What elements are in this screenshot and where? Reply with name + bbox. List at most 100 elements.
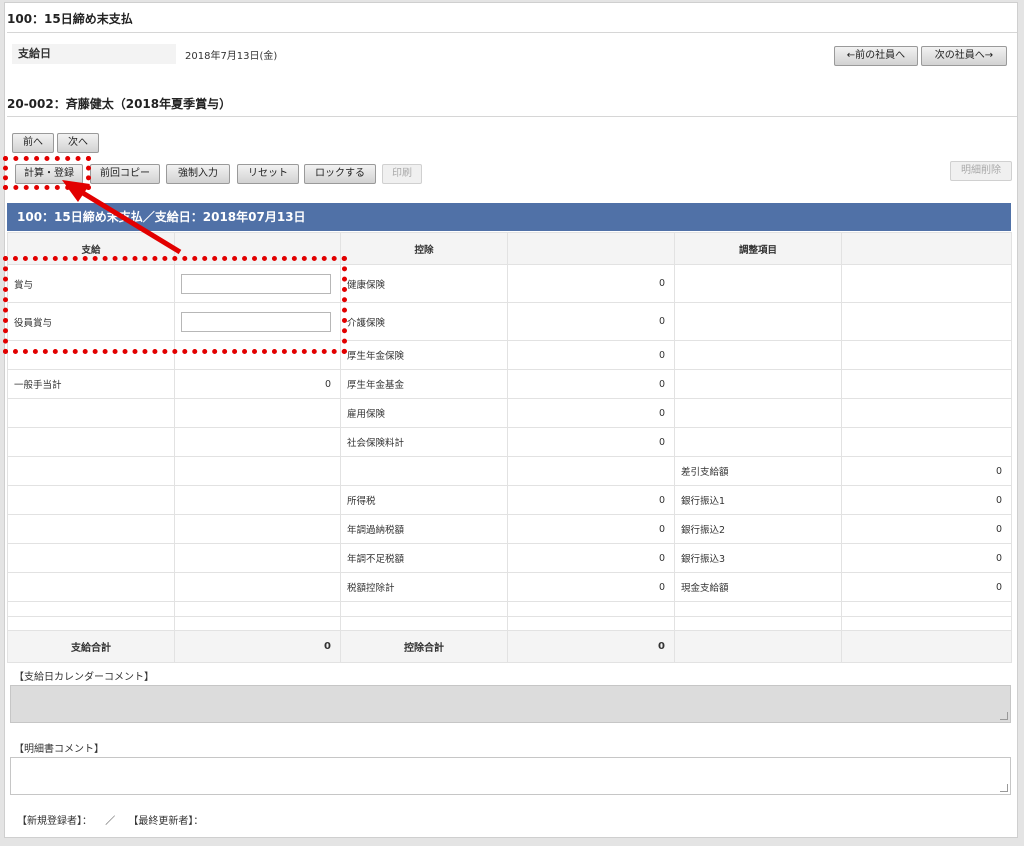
payment-value: 0 xyxy=(174,369,341,399)
highlight-box-bonus-inputs xyxy=(3,256,347,354)
deduction-value: 0 xyxy=(507,427,675,457)
calendar-comment-box xyxy=(10,685,1011,723)
reset-button[interactable]: リセット xyxy=(237,164,299,184)
payment-value xyxy=(174,398,341,428)
deduction-value: 0 xyxy=(507,485,675,515)
pay-date-label: 支給日 xyxy=(12,44,176,64)
deduction-label: 雇用保険 xyxy=(340,398,508,428)
statement-comment-textarea[interactable] xyxy=(10,757,1011,795)
spacer-row xyxy=(7,601,1012,617)
registered-by-label: 【新規登録者】： xyxy=(17,816,92,827)
payroll-banner: 100：15日締め末支払／支給日：2018年07月13日 xyxy=(7,203,1011,231)
payment-total-value: 0 xyxy=(174,630,341,663)
deduction-value: 0 xyxy=(507,369,675,399)
divider xyxy=(7,116,1017,117)
payment-value xyxy=(174,572,341,602)
lock-button[interactable]: ロックする xyxy=(304,164,376,184)
deduction-label: 社会保険料計 xyxy=(340,427,508,457)
payment-value xyxy=(174,543,341,573)
totals-row: 支給合計 0 控除合計 0 xyxy=(7,630,1012,663)
adjustment-value xyxy=(841,398,1012,428)
adjustment-value: 0 xyxy=(841,456,1012,486)
deduction-label xyxy=(340,456,508,486)
deduction-total-label: 控除合計 xyxy=(340,630,508,663)
deduction-value: 0 xyxy=(507,572,675,602)
adjustment-value xyxy=(841,340,1012,370)
deduction-value: 0 xyxy=(507,514,675,544)
resize-grip-icon[interactable] xyxy=(1000,712,1008,720)
adjustment-label: 現金支給額 xyxy=(674,572,842,602)
payment-value xyxy=(174,485,341,515)
next-employee-button[interactable]: 次の社員へ→ xyxy=(921,46,1007,66)
adjustment-value xyxy=(841,264,1012,303)
payment-value xyxy=(174,427,341,457)
employee-title: 20-002：斉藤健太（2018年夏季賞与） xyxy=(7,97,232,111)
payment-label xyxy=(7,543,175,573)
adjustment-label: 銀行振込2 xyxy=(674,514,842,544)
delete-detail-button[interactable]: 明細削除 xyxy=(950,161,1012,181)
deduction-label: 年調過納税額 xyxy=(340,514,508,544)
payment-total-label: 支給合計 xyxy=(7,630,175,663)
adjustment-value: 0 xyxy=(841,572,1012,602)
highlight-box-calc-button xyxy=(3,156,91,190)
adjustment-value xyxy=(841,369,1012,399)
resize-grip-icon[interactable] xyxy=(1000,784,1008,792)
table-row: 所得税 0 銀行振込1 0 xyxy=(7,485,1012,515)
prev-employee-button[interactable]: ←前の社員へ xyxy=(834,46,918,66)
pager-prev-button[interactable]: 前へ xyxy=(12,133,54,153)
registrant-info: 【新規登録者】： ／ 【最終更新者】： xyxy=(17,812,203,827)
payment-value xyxy=(174,456,341,486)
statement-comment-label: 【明細書コメント】 xyxy=(14,744,104,755)
payment-label xyxy=(7,456,175,486)
print-button[interactable]: 印刷 xyxy=(382,164,422,184)
adjustment-header: 調整項目 xyxy=(674,232,842,265)
payment-value xyxy=(174,514,341,544)
adjustment-label xyxy=(674,340,842,370)
payment-label xyxy=(7,572,175,602)
adjustment-label xyxy=(674,264,842,303)
payment-label xyxy=(7,485,175,515)
adjustment-label: 銀行振込1 xyxy=(674,485,842,515)
payment-label xyxy=(7,514,175,544)
payment-label: 一般手当計 xyxy=(7,369,175,399)
deduction-value: 0 xyxy=(507,340,675,370)
table-row: 差引支給額 0 xyxy=(7,456,1012,486)
payment-label xyxy=(7,427,175,457)
adjustment-label xyxy=(674,369,842,399)
deduction-value: 0 xyxy=(507,398,675,428)
deduction-value xyxy=(507,456,675,486)
deduction-value: 0 xyxy=(507,264,675,303)
adjustment-value: 0 xyxy=(841,514,1012,544)
table-row: 年調不足税額 0 銀行振込3 0 xyxy=(7,543,1012,573)
separator: ／ xyxy=(105,816,116,827)
table-row: 雇用保険 0 xyxy=(7,398,1012,428)
section-title: 100：15日締め末支払 xyxy=(7,12,133,26)
spacer-row xyxy=(7,616,1012,631)
updated-by-label: 【最終更新者】： xyxy=(128,816,204,827)
table-row: 税額控除計 0 現金支給額 0 xyxy=(7,572,1012,602)
deduction-value: 0 xyxy=(507,543,675,573)
calendar-comment-label: 【支給日カレンダーコメント】 xyxy=(14,672,154,683)
deduction-label: 健康保険 xyxy=(340,264,508,303)
adjustment-label xyxy=(674,398,842,428)
deduction-total-value: 0 xyxy=(507,630,675,663)
adjustment-value xyxy=(841,302,1012,341)
force-input-button[interactable]: 強制入力 xyxy=(166,164,230,184)
copy-previous-button[interactable]: 前回コピー xyxy=(90,164,160,184)
payment-label xyxy=(7,398,175,428)
deduction-header: 控除 xyxy=(340,232,508,265)
adjustment-value: 0 xyxy=(841,485,1012,515)
divider xyxy=(7,32,1017,33)
adjustment-label: 差引支給額 xyxy=(674,456,842,486)
adjustment-value xyxy=(841,427,1012,457)
table-row: 年調過納税額 0 銀行振込2 0 xyxy=(7,514,1012,544)
adjustment-label xyxy=(674,427,842,457)
deduction-label: 所得税 xyxy=(340,485,508,515)
adjustment-value: 0 xyxy=(841,543,1012,573)
deduction-value: 0 xyxy=(507,302,675,341)
adjustment-label xyxy=(674,302,842,341)
deduction-label: 介護保険 xyxy=(340,302,508,341)
pager-next-button[interactable]: 次へ xyxy=(57,133,99,153)
deduction-label: 税額控除計 xyxy=(340,572,508,602)
deduction-label: 厚生年金基金 xyxy=(340,369,508,399)
